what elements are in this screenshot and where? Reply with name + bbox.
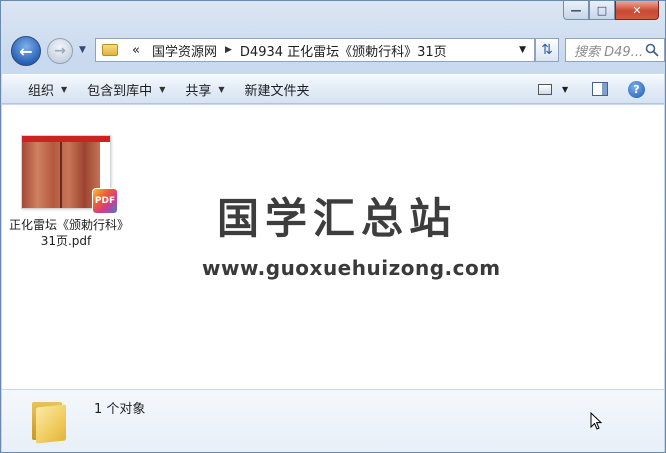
folder-icon bbox=[102, 44, 118, 56]
preview-pane-icon bbox=[592, 82, 608, 96]
forward-button[interactable]: → bbox=[47, 38, 73, 64]
search-placeholder: 搜索 D49... bbox=[574, 44, 644, 60]
pdf-thumbnail: PDF bbox=[21, 135, 118, 214]
watermark-title: 国学汇总站 bbox=[216, 194, 457, 243]
include-in-library-label: 包含到库中 bbox=[87, 83, 153, 99]
details-pane: 1 个对象 bbox=[2, 389, 664, 452]
back-arrow-icon: ← bbox=[19, 41, 33, 61]
file-item[interactable]: PDF 正化雷坛《颁勅行科》31页.pdf bbox=[8, 135, 124, 249]
chevron-down-icon: ▼ bbox=[218, 84, 225, 94]
chevron-right-icon[interactable]: ▶ bbox=[225, 45, 232, 55]
breadcrumb-segment[interactable]: D4934 正化雷坛《颁勅行科》31页 bbox=[240, 41, 447, 60]
minimize-button[interactable]: — bbox=[563, 1, 589, 20]
refresh-icon: ⇅ bbox=[541, 42, 553, 58]
item-count: 1 个对象 bbox=[94, 402, 146, 417]
preview-pane-button[interactable] bbox=[592, 75, 608, 103]
watermark-url: www.guoxuehuizong.com bbox=[202, 256, 501, 280]
forward-arrow-icon: → bbox=[54, 43, 66, 59]
new-folder-button[interactable]: 新建文件夹 bbox=[235, 75, 320, 103]
command-bar: 组织 ▼ 包含到库中 ▼ 共享 ▼ 新建文件夹 ▼ ? bbox=[2, 74, 664, 104]
watermark: 国学汇总站 www.guoxuehuizong.com bbox=[202, 185, 501, 280]
breadcrumb-segment[interactable]: 国学资源网 bbox=[152, 41, 217, 60]
new-folder-label: 新建文件夹 bbox=[244, 83, 310, 99]
address-dropdown-icon[interactable]: ▼ bbox=[519, 45, 526, 55]
caption-buttons: — □ ✕ bbox=[563, 1, 659, 20]
explorer-window: — □ ✕ ← → ▼ « 国学资源网 ▶ D4934 正化雷坛《颁勅行科》31… bbox=[0, 0, 666, 453]
search-icon bbox=[645, 43, 659, 57]
mouse-cursor-icon bbox=[590, 412, 602, 430]
address-overflow[interactable]: « bbox=[132, 43, 140, 58]
help-button[interactable]: ? bbox=[628, 75, 645, 103]
organize-label: 组织 bbox=[28, 83, 55, 99]
view-icon bbox=[538, 83, 552, 95]
folder-icon bbox=[30, 398, 68, 444]
pdf-icon: PDF bbox=[92, 188, 118, 214]
address-bar[interactable]: « 国学资源网 ▶ D4934 正化雷坛《颁勅行科》31页 ▼ bbox=[95, 38, 535, 62]
file-name: 正化雷坛《颁勅行科》31页.pdf bbox=[8, 218, 123, 248]
help-icon: ? bbox=[628, 80, 645, 98]
refresh-button[interactable]: ⇅ bbox=[535, 38, 559, 62]
recent-pages-dropdown[interactable]: ▼ bbox=[79, 45, 86, 55]
maximize-button[interactable]: □ bbox=[589, 1, 615, 20]
change-view-button[interactable]: ▼ bbox=[538, 75, 568, 103]
thumbnail-image bbox=[22, 142, 100, 208]
back-button[interactable]: ← bbox=[11, 36, 41, 66]
search-input[interactable]: 搜索 D49... bbox=[565, 38, 665, 62]
share-label: 共享 bbox=[185, 83, 212, 99]
navigation-bar: ← → ▼ « 国学资源网 ▶ D4934 正化雷坛《颁勅行科》31页 ▼ ⇅ … bbox=[9, 35, 665, 66]
organize-menu[interactable]: 组织 ▼ bbox=[18, 75, 77, 103]
chevron-down-icon: ▼ bbox=[562, 84, 569, 94]
include-in-library-menu[interactable]: 包含到库中 ▼ bbox=[77, 75, 175, 103]
chevron-down-icon: ▼ bbox=[159, 84, 166, 94]
close-button[interactable]: ✕ bbox=[615, 1, 659, 20]
share-menu[interactable]: 共享 ▼ bbox=[175, 75, 234, 103]
file-list[interactable]: PDF 正化雷坛《颁勅行科》31页.pdf 国学汇总站 www.guoxuehu… bbox=[2, 105, 664, 389]
chevron-down-icon: ▼ bbox=[61, 84, 68, 94]
